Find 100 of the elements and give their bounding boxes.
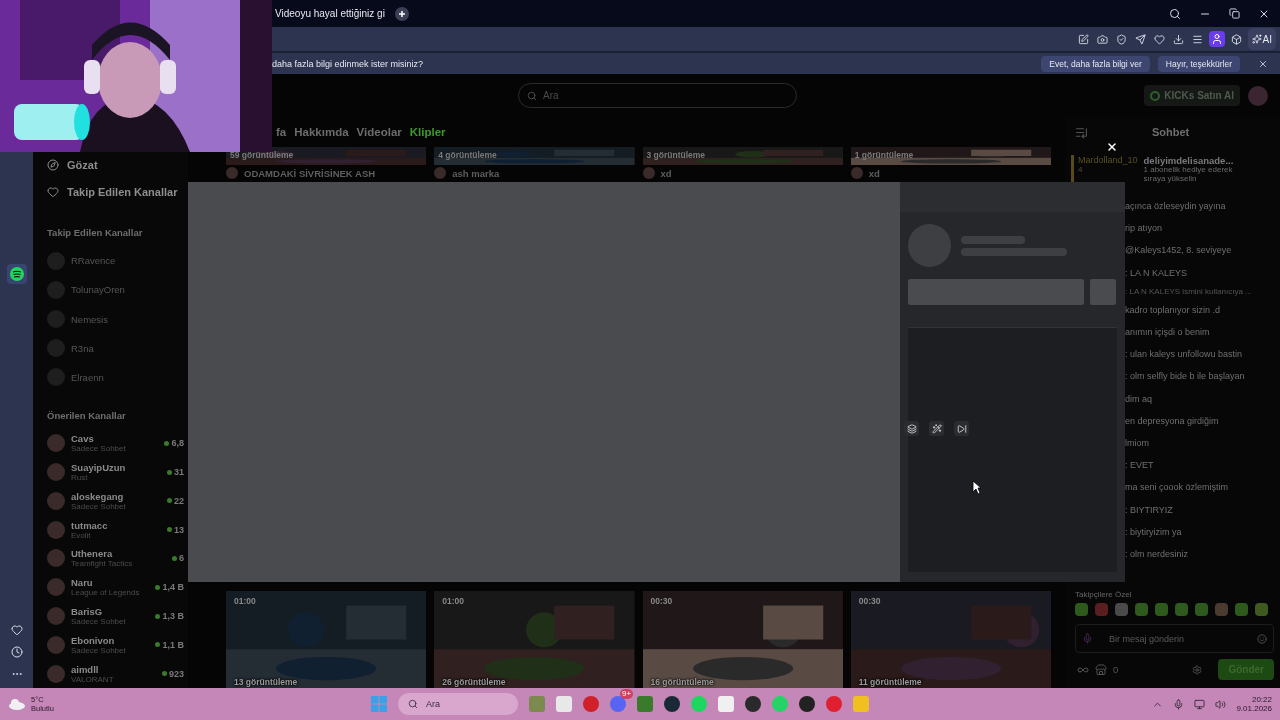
emote-icon[interactable] (1235, 603, 1248, 616)
channel-tab[interactable]: Hakkımda (294, 126, 349, 138)
clip-thumbnail[interactable]: 1 görüntüleme (850, 147, 1051, 165)
ai-button[interactable]: AI (1247, 28, 1276, 50)
section-title: Takip Edilen Kanallar (47, 227, 144, 239)
camera-icon[interactable] (1096, 33, 1108, 45)
chat-message: : EVET (1125, 459, 1155, 473)
wand-button[interactable] (929, 421, 944, 436)
download-icon[interactable] (1172, 33, 1184, 45)
wand-icon (931, 423, 942, 434)
channel-item[interactable]: RRavence (47, 246, 184, 276)
clip-title[interactable]: xd (660, 167, 672, 179)
chat-message: açınca özleseydin yayına (1125, 200, 1227, 214)
gift-text: 1 abonelik hediye ederek sıraya yükselin (1143, 166, 1234, 184)
compass-icon (47, 159, 59, 172)
cloud-icon (8, 698, 26, 710)
profile-button[interactable] (1208, 31, 1225, 47)
heart-icon[interactable] (1153, 33, 1165, 45)
microphone-icon[interactable] (1173, 698, 1185, 710)
channel-avatar (434, 167, 447, 179)
shield-icon[interactable] (1115, 33, 1127, 45)
chat-message: anımın içişdi o benim (1125, 326, 1211, 340)
clip-thumbnail[interactable]: 01:00 13 görüntüleme (226, 591, 427, 688)
info-message: daha fazla bilgi edinmek ister misiniz? (272, 58, 424, 69)
volume-icon[interactable] (1215, 698, 1227, 710)
chat-message: rip atıyon (1125, 222, 1164, 236)
heart-icon (47, 185, 59, 198)
chat-message: @Kaleys1452, 8. seviyeye (1125, 244, 1233, 258)
channel-item[interactable]: BarisG Sadece Sohbet 1,3 B (47, 601, 184, 631)
channel-item[interactable]: R3na (47, 333, 184, 363)
smile-icon (1257, 633, 1267, 644)
chat-input[interactable]: Bir mesaj gönderin (1075, 624, 1274, 653)
channel-avatar (226, 167, 238, 179)
clock-time: 20:22 (1251, 695, 1272, 704)
channel-tab[interactable]: fa (276, 126, 287, 138)
info-button[interactable]: Evet, daha fazla bilgi ver (1041, 55, 1150, 72)
chat-message: lmiom (1125, 436, 1150, 450)
start-icon[interactable] (371, 696, 387, 712)
emote-icon[interactable] (1175, 603, 1188, 616)
layers-button[interactable] (904, 421, 919, 436)
emote-icon[interactable] (1135, 603, 1148, 616)
section-title: Önerilen Kanallar (47, 409, 127, 421)
username: deliyimdelisanade... (1143, 155, 1235, 166)
chat-message: : LA N KALEYS (1125, 266, 1189, 280)
clip-thumbnail[interactable]: 00:30 11 görüntüleme (850, 591, 1051, 688)
channel-item[interactable]: Nemesis (47, 304, 184, 334)
chat-message: : biytiryizim ya (1125, 525, 1183, 539)
channel-tab[interactable]: Videolar (356, 126, 402, 138)
kicks-count: 0 (1113, 664, 1119, 675)
notification-badge: 9+ (620, 689, 634, 699)
clip-thumbnail[interactable]: 4 görüntüleme (434, 147, 635, 165)
channel-avatar (850, 167, 863, 179)
menu-icon[interactable] (1191, 33, 1203, 45)
emote-icon[interactable] (1195, 603, 1208, 616)
layers-icon (906, 423, 917, 434)
restore-icon[interactable] (1229, 8, 1240, 19)
clock-icon[interactable] (10, 646, 23, 658)
tab-title[interactable]: Videoyu hayal ettiğiniz gi (275, 8, 385, 19)
clock-date: 9.01.2026 (1236, 704, 1272, 713)
clip-thumbnail[interactable]: 01:00 26 görüntüleme (434, 591, 635, 688)
close-icon[interactable] (1106, 141, 1118, 153)
info-button[interactable]: Hayır, teşekkürler (1157, 55, 1240, 72)
clip-title[interactable]: xd (868, 167, 880, 179)
channel-tab[interactable]: Klipler (409, 126, 446, 138)
emote-icon[interactable] (1155, 603, 1168, 616)
collapse-icon[interactable] (1075, 125, 1088, 139)
emote-icon[interactable] (1255, 603, 1268, 616)
microphone-icon (1082, 633, 1093, 644)
send-icon[interactable] (1134, 33, 1146, 45)
skip-button[interactable] (954, 421, 969, 436)
clip-title[interactable]: ODAMDAKİ SİVRİSİNEK ASH (244, 167, 376, 179)
clip-thumbnail[interactable]: 3 görüntüleme (642, 147, 843, 165)
network-icon[interactable] (1194, 698, 1206, 710)
close-icon[interactable] (1258, 58, 1268, 69)
plus-icon (397, 9, 406, 18)
settings-icon[interactable] (1192, 664, 1203, 675)
cube-icon[interactable] (1230, 33, 1242, 45)
channel-item[interactable]: Ebonivon Sadece Sohbet 1,1 B (47, 630, 184, 660)
chat-message: en depresyona girdiğim (1125, 414, 1220, 428)
search-icon[interactable] (1169, 7, 1181, 20)
new-tab-button[interactable] (394, 6, 409, 21)
skip-icon (956, 423, 967, 434)
emote-icon[interactable] (1115, 603, 1128, 616)
emote-icon[interactable] (1075, 603, 1088, 616)
heart-icon[interactable] (10, 624, 23, 636)
channel-item[interactable]: TolunayOren (47, 275, 184, 305)
clip-title[interactable]: ash marka (452, 167, 500, 179)
channel-item[interactable]: aimdll VALORANT 923 (47, 659, 184, 688)
channel-item[interactable]: Elraenn (47, 362, 184, 392)
sidebar-link[interactable]: Gözat (47, 152, 184, 179)
taskbar-search[interactable]: Ara (398, 693, 518, 715)
clip-thumbnail[interactable]: 00:30 16 görüntüleme (642, 591, 843, 688)
chat-message: : olm selfly bide b ile başlayan (1125, 370, 1246, 384)
sidebar-link[interactable]: Takip Edilen Kanallar (47, 178, 184, 206)
channel-item[interactable]: aloskegang Sadece Sohbet 22 (47, 486, 184, 516)
user-icon (1210, 33, 1223, 45)
clip-thumbnail[interactable]: 59 görüntüleme (226, 147, 427, 165)
edit-icon[interactable] (1077, 33, 1089, 45)
channel-avatar (642, 167, 655, 179)
channel-item[interactable]: Cavs Sadece Sohbet 6,8 (47, 428, 184, 458)
